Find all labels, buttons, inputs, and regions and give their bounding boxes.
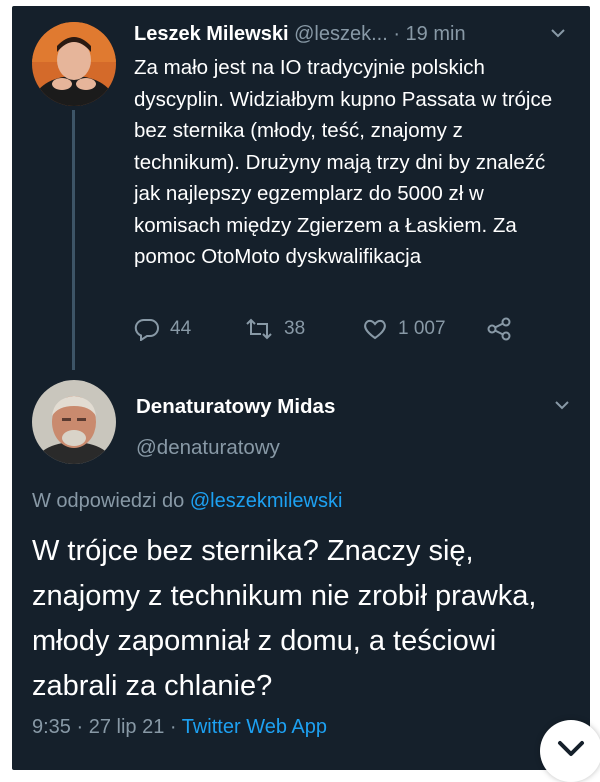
tweet1-action-bar: 44 38 1 007 <box>134 317 554 347</box>
reply-to-handle-link[interactable]: @leszekmilewski <box>190 490 343 512</box>
like-button[interactable]: 1 007 <box>362 317 446 341</box>
tweet2-timestamp[interactable]: 9:35 · 27 lip 21 · <box>32 716 177 738</box>
reply-prefix: W odpowiedzi do <box>32 490 185 512</box>
like-icon <box>362 317 388 341</box>
avatar-leszek[interactable] <box>32 22 116 106</box>
reply-icon <box>134 317 160 341</box>
avatar-denaturatowy[interactable] <box>32 380 116 464</box>
chevron-down-icon[interactable] <box>550 26 566 44</box>
source-app-link[interactable]: Twitter Web App <box>182 716 327 738</box>
share-button[interactable] <box>486 317 512 341</box>
tweet2-meta: 9:35 · 27 lip 21 · Twitter Web App <box>32 716 327 739</box>
retweet-count: 38 <box>284 318 306 339</box>
chevron-down-icon[interactable] <box>554 398 570 416</box>
tweet2-text: W trójce bez sternika? Znaczy się, znajo… <box>32 535 537 702</box>
chevron-down-icon <box>556 739 586 764</box>
share-icon <box>486 317 512 341</box>
reply-context: W odpowiedzi do @leszekmilewski <box>32 490 342 513</box>
reply-count: 44 <box>170 318 192 339</box>
tweet1-text: Za mało jest na IO tradycyjnie polskich … <box>134 56 553 268</box>
tweet1-author-handle[interactable]: @leszek... <box>294 23 388 45</box>
scroll-down-button[interactable] <box>540 720 600 782</box>
tweet1-author-name[interactable]: Leszek Milewski <box>134 23 289 45</box>
tweet2-author-name[interactable]: Denaturatowy Midas <box>136 395 335 419</box>
tweet2-author-handle[interactable]: @denaturatowy <box>136 436 280 460</box>
retweet-icon <box>244 317 274 341</box>
tweet1-header: Leszek Milewski @leszek... · 19 min <box>134 23 466 46</box>
tweet-thread: Leszek Milewski @leszek... · 19 min Za m… <box>12 6 590 770</box>
like-count: 1 007 <box>398 318 446 339</box>
thread-connector-line <box>72 110 75 370</box>
tweet1-time[interactable]: · 19 min <box>393 23 465 45</box>
retweet-button[interactable]: 38 <box>244 317 305 341</box>
reply-button[interactable]: 44 <box>134 317 191 341</box>
